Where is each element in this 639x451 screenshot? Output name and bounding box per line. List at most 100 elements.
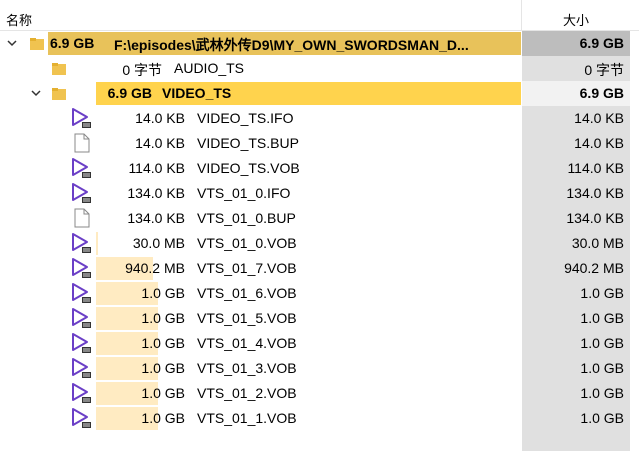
file-size: 1.0 GB <box>141 360 185 376</box>
file-size-value: 14.0 KB <box>574 135 624 151</box>
file-name: VTS_01_5.VOB <box>197 310 297 326</box>
file-size-value: 940.2 MB <box>564 260 624 276</box>
video-file-icon <box>72 283 91 303</box>
audio-ts-name: AUDIO_TS <box>174 60 245 76</box>
video-file-icon <box>72 258 91 278</box>
file-name: VTS_01_7.VOB <box>197 260 297 276</box>
file-row[interactable]: 114.0 KB VIDEO_TS.VOB 114.0 KB <box>0 156 639 181</box>
file-name: VTS_01_3.VOB <box>197 360 297 376</box>
folder-icon <box>30 38 44 50</box>
file-name: VIDEO_TS.IFO <box>197 110 294 126</box>
video-ts-size: 6.9 GB <box>107 85 152 101</box>
column-header: 名称 大小 <box>0 0 639 31</box>
file-size: 134.0 KB <box>127 185 185 201</box>
file-name-cell: 1.0 GB VTS_01_1.VOB <box>0 406 521 431</box>
video-file-icon <box>72 108 91 128</box>
file-name: VIDEO_TS.BUP <box>197 135 299 151</box>
file-row[interactable]: 30.0 MB VTS_01_0.VOB 30.0 MB <box>0 231 639 256</box>
video-file-icon <box>72 358 91 378</box>
file-name-cell: 1.0 GB VTS_01_3.VOB <box>0 356 521 381</box>
file-size: 14.0 KB <box>135 135 185 151</box>
file-row[interactable]: 134.0 KB VTS_01_0.BUP 134.0 KB <box>0 206 639 231</box>
file-size: 134.0 KB <box>127 210 185 226</box>
file-name-cell: 1.0 GB VTS_01_6.VOB <box>0 281 521 306</box>
file-size-value: 1.0 GB <box>580 285 624 301</box>
file-name-cell: 1.0 GB VTS_01_2.VOB <box>0 381 521 406</box>
file-size-value: 134.0 KB <box>566 210 624 226</box>
file-row[interactable]: 1.0 GB VTS_01_2.VOB 1.0 GB <box>0 381 639 406</box>
file-size: 1.0 GB <box>141 285 185 301</box>
file-name-cell: 134.0 KB VTS_01_0.IFO <box>0 181 521 206</box>
file-row[interactable]: 1.0 GB VTS_01_4.VOB 1.0 GB <box>0 331 639 356</box>
file-size-value: 1.0 GB <box>580 360 624 376</box>
chevron-down-icon[interactable] <box>30 87 42 99</box>
file-name-cell: 14.0 KB VIDEO_TS.BUP <box>0 131 521 156</box>
root-size-value: 6.9 GB <box>579 35 624 51</box>
file-row[interactable]: 14.0 KB VIDEO_TS.BUP 14.0 KB <box>0 131 639 156</box>
video-ts-row[interactable]: 6.9 GB VIDEO_TS 6.9 GB <box>0 81 639 106</box>
video-file-icon <box>72 408 91 428</box>
file-row[interactable]: 134.0 KB VTS_01_0.IFO 134.0 KB <box>0 181 639 206</box>
file-name: VTS_01_2.VOB <box>197 385 297 401</box>
file-size-value: 30.0 MB <box>571 235 624 251</box>
audio-ts-size-value: 0 字节 <box>584 62 624 78</box>
name-column-header[interactable]: 名称 <box>6 10 32 29</box>
file-size: 30.0 MB <box>132 235 185 251</box>
video-file-icon <box>72 233 91 253</box>
file-icon <box>74 208 90 228</box>
video-file-icon <box>72 333 91 353</box>
file-row[interactable]: 14.0 KB VIDEO_TS.IFO 14.0 KB <box>0 106 639 131</box>
file-name: VTS_01_0.IFO <box>197 185 291 201</box>
file-size: 14.0 KB <box>135 110 185 126</box>
root-name-cell: 6.9 GB F:\episodes\武林外传D9\MY_OWN_SWORDSM… <box>0 31 521 56</box>
file-name-cell: 134.0 KB VTS_01_0.BUP <box>0 206 521 231</box>
file-name: VIDEO_TS.VOB <box>197 160 300 176</box>
video-file-icon <box>72 183 91 203</box>
folder-icon <box>52 88 66 100</box>
file-name-cell: 1.0 GB VTS_01_5.VOB <box>0 306 521 331</box>
root-row[interactable]: 6.9 GB F:\episodes\武林外传D9\MY_OWN_SWORDSM… <box>0 31 639 56</box>
root-path: F:\episodes\武林外传D9\MY_OWN_SWORDSMAN_D... <box>114 37 469 53</box>
audio-ts-size: 0 字节 <box>122 62 162 78</box>
file-name-cell: 114.0 KB VIDEO_TS.VOB <box>0 156 521 181</box>
file-size-value: 1.0 GB <box>580 385 624 401</box>
file-name: VTS_01_0.VOB <box>197 235 297 251</box>
file-size: 940.2 MB <box>125 260 185 276</box>
file-row[interactable]: 1.0 GB VTS_01_5.VOB 1.0 GB <box>0 306 639 331</box>
file-name: VTS_01_0.BUP <box>197 210 296 226</box>
file-row[interactable]: 1.0 GB VTS_01_6.VOB 1.0 GB <box>0 281 639 306</box>
file-size-value: 114.0 KB <box>567 160 624 176</box>
file-size-value: 1.0 GB <box>580 335 624 351</box>
size-column-header[interactable]: 大小 <box>522 10 630 29</box>
file-name-cell: 940.2 MB VTS_01_7.VOB <box>0 256 521 281</box>
file-name-cell: 1.0 GB VTS_01_4.VOB <box>0 331 521 356</box>
file-size-value: 134.0 KB <box>566 185 624 201</box>
file-icon <box>74 133 90 153</box>
file-row[interactable]: 940.2 MB VTS_01_7.VOB 940.2 MB <box>0 256 639 281</box>
video-file-icon <box>72 158 91 178</box>
file-size-value: 14.0 KB <box>574 110 624 126</box>
file-size: 114.0 KB <box>128 160 185 176</box>
file-size-value: 1.0 GB <box>580 310 624 326</box>
file-size: 1.0 GB <box>141 385 185 401</box>
file-row[interactable]: 1.0 GB VTS_01_1.VOB 1.0 GB <box>0 406 639 431</box>
video-ts-name: VIDEO_TS <box>162 85 232 101</box>
video-ts-name-cell: 6.9 GB VIDEO_TS <box>0 81 521 106</box>
video-ts-size-value: 6.9 GB <box>579 85 624 101</box>
file-size: 1.0 GB <box>141 335 185 351</box>
file-name: VTS_01_4.VOB <box>197 335 297 351</box>
video-file-icon <box>72 383 91 403</box>
file-name: VTS_01_1.VOB <box>197 410 297 426</box>
file-row[interactable]: 1.0 GB VTS_01_3.VOB 1.0 GB <box>0 356 639 381</box>
file-name: VTS_01_6.VOB <box>197 285 297 301</box>
video-file-icon <box>72 308 91 328</box>
root-size: 6.9 GB <box>50 35 95 51</box>
file-name-cell: 14.0 KB VIDEO_TS.IFO <box>0 106 521 131</box>
file-size-value: 1.0 GB <box>580 410 624 426</box>
folder-icon <box>52 63 66 75</box>
chevron-down-icon[interactable] <box>6 37 18 49</box>
file-size: 1.0 GB <box>141 410 185 426</box>
file-name-cell: 30.0 MB VTS_01_0.VOB <box>0 231 521 256</box>
file-size: 1.0 GB <box>141 310 185 326</box>
audio-ts-row[interactable]: 0 字节 AUDIO_TS 0 字节 <box>0 56 639 81</box>
